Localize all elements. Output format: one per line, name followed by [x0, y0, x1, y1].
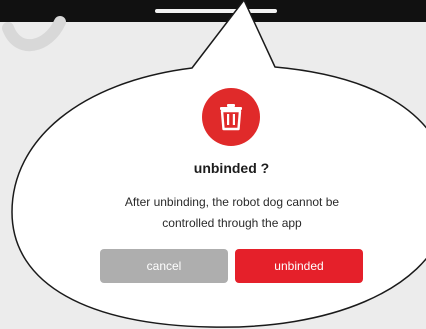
unbind-button[interactable]: unbinded	[235, 249, 363, 283]
trash-icon	[220, 104, 242, 131]
cancel-button[interactable]: cancel	[100, 249, 228, 283]
cancel-button-label: cancel	[146, 259, 182, 273]
dialog-title: unbinded ?	[193, 160, 270, 176]
dialog-message: After unbinding, the robot dog cannot be…	[124, 195, 340, 230]
unbind-button-label: unbinded	[274, 259, 324, 273]
delete-badge	[202, 88, 260, 146]
